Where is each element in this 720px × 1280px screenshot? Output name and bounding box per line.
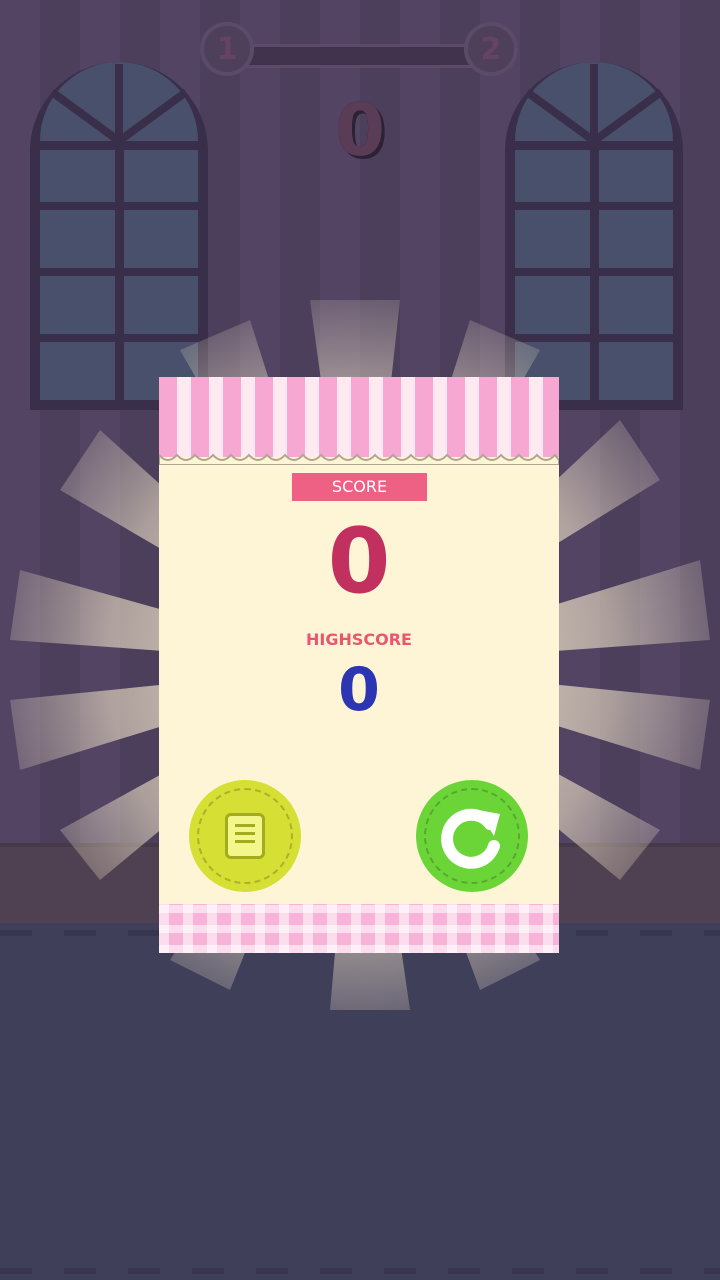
awning-scallop [159, 453, 559, 465]
highscore-value: 0 [338, 655, 380, 725]
replay-button[interactable] [416, 780, 528, 892]
score-value: 0 [327, 509, 391, 614]
score-label: SCORE [292, 473, 427, 501]
menu-button[interactable] [189, 780, 301, 892]
game-scene: 1 2 0 SCORE 0 HIGHSCORE 0 [0, 0, 720, 1280]
game-over-panel: SCORE 0 HIGHSCORE 0 [159, 377, 559, 953]
highscore-label: HIGHSCORE [306, 630, 412, 649]
menu-list-icon [225, 813, 265, 859]
gingham-border [159, 904, 559, 953]
striped-awning [159, 377, 559, 457]
replay-arrow-icon [441, 808, 500, 869]
